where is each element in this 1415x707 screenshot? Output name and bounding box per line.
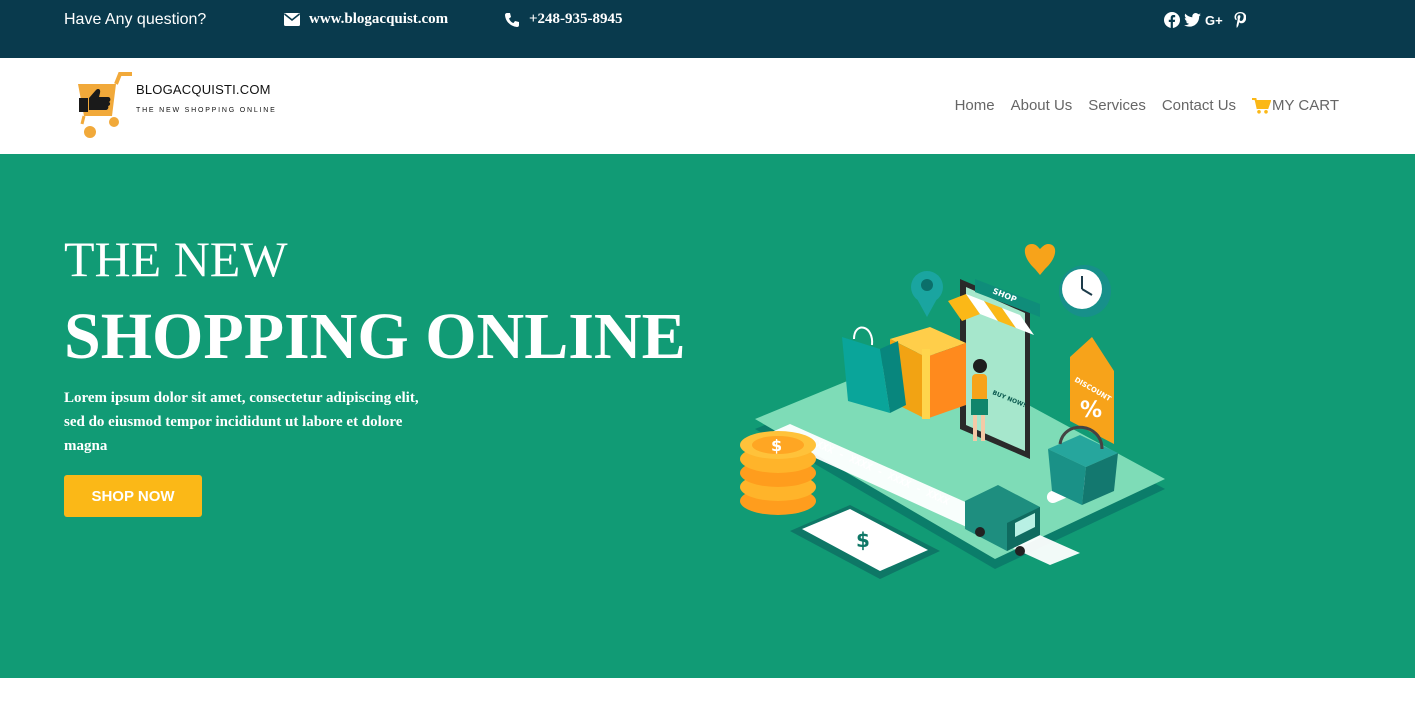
logo-tagline: THE NEW SHOPPING ONLINE: [136, 107, 277, 114]
banknote-dollar-text: $: [856, 528, 870, 552]
coin-stack: $: [740, 431, 816, 515]
phone-icon: [505, 12, 519, 27]
heart-decoration: [1024, 244, 1056, 275]
social-links: G+: [1163, 11, 1248, 28]
hero-title-line1: THE NEW: [64, 231, 288, 287]
pinterest-icon[interactable]: [1231, 11, 1248, 28]
question-text: Have Any question?: [64, 11, 207, 28]
nav-my-cart[interactable]: MY CART: [1252, 97, 1339, 114]
twitter-icon[interactable]: [1184, 11, 1201, 28]
svg-text:G+: G+: [1205, 13, 1223, 27]
coin-dollar-text: $: [771, 436, 782, 455]
email-contact[interactable]: www.blogacquist.com: [284, 11, 448, 28]
phone-contact[interactable]: +248-935-8945: [504, 11, 623, 28]
cart-label: MY CART: [1272, 97, 1339, 114]
envelope-icon: [284, 13, 300, 26]
email-text: www.blogacquist.com: [309, 11, 449, 27]
site-header: BLOGACQUISTI.COM THE NEW SHOPPING ONLINE…: [0, 58, 1415, 154]
map-pin: [911, 271, 943, 317]
main-nav: Home About Us Services Contact Us MY CAR…: [955, 97, 1339, 114]
online-shopping-illustration: XXXX - XXXX - XXXX - XXXX SHOP BUY NOW!: [740, 244, 1165, 579]
hero-section: THE NEW SHOPPING ONLINE Lorem ipsum dolo…: [0, 154, 1415, 678]
facebook-icon[interactable]: [1163, 11, 1180, 28]
logo-name: BLOGACQUISTI.COM: [136, 82, 271, 97]
phone-text: +248-935-8945: [529, 11, 623, 27]
hero-description: Lorem ipsum dolor sit amet, consectetur …: [64, 390, 419, 454]
shop-now-button[interactable]: SHOP NOW: [64, 475, 202, 517]
nav-home[interactable]: Home: [955, 97, 995, 114]
cart-thumbs-up-logo-icon: [78, 72, 132, 138]
top-bar: Have Any question? www.blogacquist.com +…: [0, 0, 1415, 58]
nav-services[interactable]: Services: [1088, 97, 1146, 114]
hero-title-line2: SHOPPING ONLINE: [64, 300, 686, 373]
google-plus-icon[interactable]: G+: [1205, 11, 1227, 28]
clock-decoration: [1059, 265, 1111, 317]
site-logo[interactable]: BLOGACQUISTI.COM THE NEW SHOPPING ONLINE: [74, 72, 284, 142]
shopping-cart-icon: [1252, 97, 1272, 114]
nav-about-us[interactable]: About Us: [1011, 97, 1073, 114]
percent-text: %: [1080, 398, 1102, 423]
nav-contact-us[interactable]: Contact Us: [1162, 97, 1236, 114]
